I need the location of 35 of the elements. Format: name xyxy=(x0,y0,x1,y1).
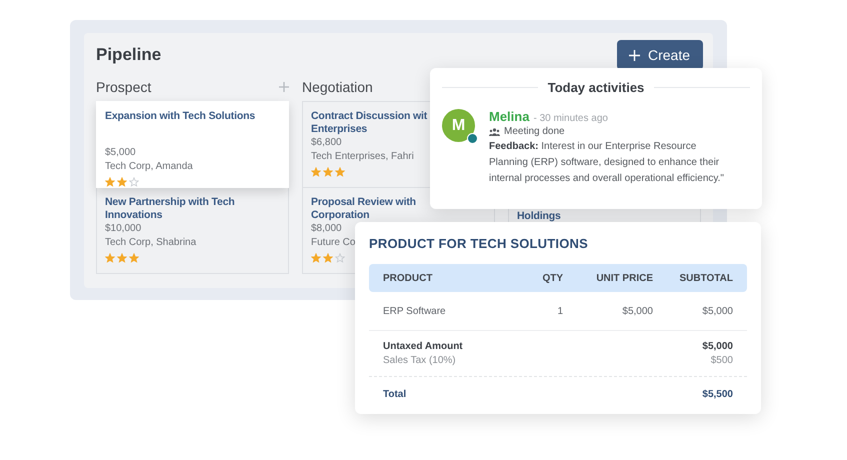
column-header: SUBTOTAL xyxy=(679,272,733,284)
deal-title: Proposal Review with Corporation xyxy=(311,196,416,222)
activities-title: Today activities xyxy=(548,80,644,95)
product-title: PRODUCT FOR TECH SOLUTIONS xyxy=(369,236,589,251)
table-cell-text: ERP Software xyxy=(383,306,447,316)
summary-value: $5,000 xyxy=(702,341,733,352)
table-cell: $5,000 xyxy=(622,306,653,316)
timestamp: - 30 minutes ago xyxy=(533,113,608,124)
board-title: Pipeline xyxy=(96,45,162,65)
deal-title: New Partnership with Tech Innovations xyxy=(105,196,235,222)
deal-contact: Tech Corp, Amanda xyxy=(105,160,193,174)
summary-value: $500 xyxy=(710,355,733,366)
summary-label: Sales Tax (10%) xyxy=(383,355,456,366)
activity-type: Meeting done xyxy=(504,126,565,137)
deal-contact: Tech Corp, Shabrina xyxy=(105,236,196,250)
column-header: PRODUCT xyxy=(383,272,434,284)
column-title: Negotiation xyxy=(302,79,373,95)
summary-label: Total xyxy=(383,389,406,400)
summary-value: $5,500 xyxy=(702,389,733,400)
deal-amount: $10,000 xyxy=(105,222,142,236)
deal-amount: $8,000 xyxy=(311,222,342,236)
deal-amount: $6,800 xyxy=(311,136,342,150)
summary-label: Untaxed Amount xyxy=(383,341,463,352)
deal-title: Contract Discussion wit Enterprises xyxy=(311,110,428,136)
deal-contact: Tech Enterprises, Fahri xyxy=(311,150,414,164)
deal-title: Holdings xyxy=(517,211,561,222)
table-cell: $5,000 xyxy=(702,306,733,316)
deal-contact: Future Co xyxy=(311,236,356,250)
deal-amount: $5,000 xyxy=(105,146,136,160)
column-header: QTY xyxy=(542,272,563,284)
deal-title: Expansion with Tech Solutions xyxy=(105,110,256,124)
column-title: Prospect xyxy=(96,79,152,95)
avatar: M xyxy=(442,109,475,142)
column-header: UNIT PRICE xyxy=(596,272,653,284)
table-cell: 1 xyxy=(557,306,563,316)
